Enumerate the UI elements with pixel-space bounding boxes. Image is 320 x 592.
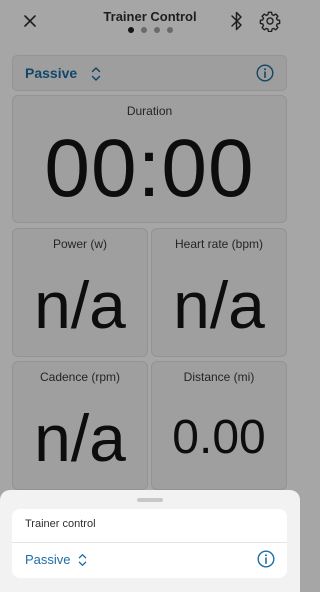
page-dot[interactable]	[140, 27, 147, 33]
mode-selector[interactable]: Passive	[25, 65, 77, 81]
info-icon[interactable]	[256, 64, 274, 82]
power-label: Power (w)	[52, 237, 107, 251]
power-tile: Power (w) n/a	[12, 228, 148, 357]
cadence-value: n/a	[34, 401, 126, 475]
distance-tile: Distance (mi) 0.00	[151, 361, 287, 490]
page-dot[interactable]	[127, 27, 134, 33]
duration-label: Duration	[126, 104, 173, 118]
cadence-label: Cadence (rpm)	[39, 370, 121, 384]
mode-selector-card: Passive	[12, 55, 287, 91]
duration-tile: Duration 00:00	[12, 95, 287, 223]
settings-button[interactable]	[259, 10, 281, 33]
duration-value: 00:00	[44, 123, 255, 214]
trainer-control-card: Trainer control Passive	[12, 509, 287, 578]
distance-value: 0.00	[172, 411, 266, 464]
page-title: Trainer Control	[103, 9, 197, 24]
distance-label: Distance (mi)	[183, 370, 255, 384]
chevron-up-down-icon[interactable]	[90, 65, 102, 83]
heart-rate-tile: Heart rate (bpm) n/a	[151, 228, 287, 357]
sheet-title: Trainer control	[25, 518, 96, 530]
info-icon[interactable]	[257, 550, 275, 568]
sheet-grabber[interactable]	[137, 498, 163, 502]
divider	[12, 542, 287, 543]
page-indicator[interactable]	[0, 27, 300, 33]
gear-icon	[259, 11, 281, 33]
power-value: n/a	[34, 268, 126, 342]
chevron-up-down-icon[interactable]	[77, 552, 88, 568]
page-dot[interactable]	[166, 27, 173, 33]
bluetooth-icon	[231, 11, 242, 31]
sheet-mode-selector[interactable]: Passive	[25, 552, 71, 567]
page-dot[interactable]	[153, 27, 160, 33]
bottom-sheet: Trainer control Passive	[0, 490, 300, 592]
top-bar: Trainer Control	[0, 0, 300, 50]
heart-rate-value: n/a	[173, 268, 265, 342]
cadence-tile: Cadence (rpm) n/a	[12, 361, 148, 490]
heart-rate-label: Heart rate (bpm)	[174, 237, 264, 251]
bluetooth-button[interactable]	[228, 10, 246, 32]
